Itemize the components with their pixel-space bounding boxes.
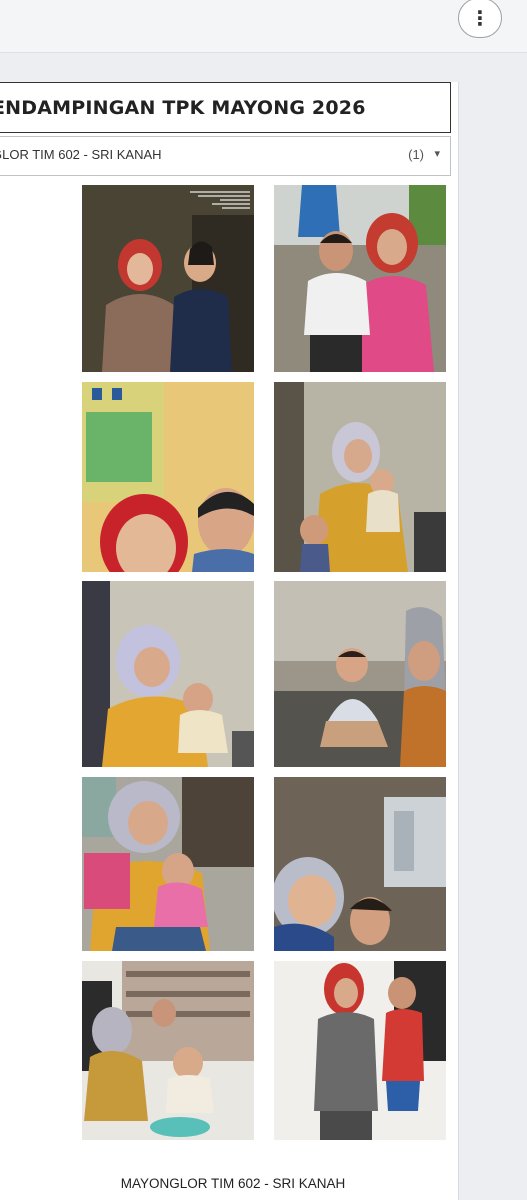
photo-6[interactable] [274,581,446,767]
team-filter-dropdown[interactable]: GLOR TIM 602 - SRI KANAH (1) ▾ [0,136,451,176]
photo-timestamp-overlay [180,189,250,215]
photo-2[interactable] [274,185,446,372]
photo-9[interactable] [82,961,254,1140]
photo-10[interactable] [274,961,446,1140]
filter-selected-value: GLOR TIM 602 - SRI KANAH [0,147,162,162]
photo-3[interactable] [82,382,254,572]
vertical-ellipsis-icon: ⋮ [470,6,490,30]
photo-1[interactable] [82,185,254,372]
photo-5[interactable] [82,581,254,767]
report-title: ENDAMPINGAN TPK MAYONG 2026 [0,96,366,119]
filter-count: (1) [408,147,424,162]
top-bar: ⋮ [0,0,527,53]
report-title-box: ENDAMPINGAN TPK MAYONG 2026 [0,82,451,133]
photo-4[interactable] [274,382,446,572]
more-options-button[interactable]: ⋮ [458,0,502,38]
chevron-down-icon: ▾ [434,147,440,160]
photo-caption: MAYONGLOR TIM 602 - SRI KANAH [120,1176,346,1191]
photo-8[interactable] [274,777,446,951]
photo-7[interactable] [82,777,254,951]
